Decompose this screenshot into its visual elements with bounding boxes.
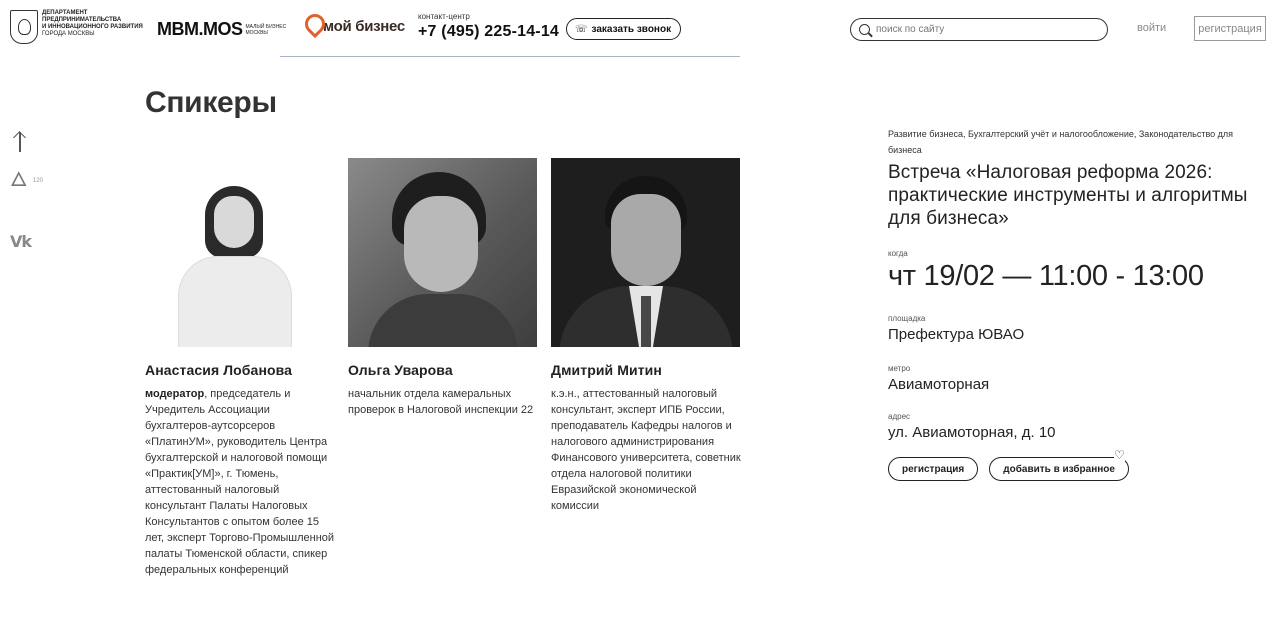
speaker-bio-text: , председатель и Учредитель Ассоциации б…	[145, 388, 335, 576]
search-input[interactable]	[876, 24, 1096, 35]
add-to-favorites-button[interactable]: добавить в избранное ♡	[989, 449, 1129, 481]
callback-button[interactable]: ☏ заказать звонок	[566, 18, 682, 40]
address-value: ул. Авиамоторная, д. 10	[888, 424, 1056, 441]
event-tags[interactable]: Развитие бизнеса, Бухгалтерский учёт и н…	[888, 126, 1268, 158]
fire-icon[interactable]: 🜂	[10, 170, 27, 190]
add-to-favorites-label: добавить в избранное	[1003, 463, 1115, 475]
moscow-crest-icon	[10, 10, 38, 44]
phone-icon: ☏	[575, 23, 588, 35]
popularity-count: 120	[33, 178, 44, 184]
event-actions: регистрация добавить в избранное ♡	[888, 449, 1268, 481]
speaker-card: Анастасия Лобанова модератор, председате…	[145, 158, 335, 578]
mbm-mos-logo[interactable]: MBM.MOS малый бизнес Москвы	[157, 19, 290, 40]
speaker-card: Дмитрий Митин к.э.н., аттестованный нало…	[551, 158, 741, 514]
callback-label: заказать звонок	[591, 23, 672, 35]
header-divider	[280, 56, 740, 57]
login-link[interactable]: войти	[1137, 22, 1166, 34]
event-datetime: чт 19/02 — 11:00 - 13:00	[888, 260, 1204, 292]
scroll-up-icon[interactable]	[12, 130, 28, 154]
mbm-logo-text: MBM.MOS	[157, 19, 243, 39]
vk-share-icon[interactable]: Vk	[10, 232, 32, 251]
department-logo-text: Департамент предпринимательства и иннова…	[42, 10, 144, 38]
page-title: Спикеры	[145, 86, 277, 119]
event-register-button[interactable]: регистрация	[888, 457, 979, 481]
dept-logo-line: и инновационного развития	[42, 24, 143, 30]
dept-logo-sub: города Москвы	[42, 31, 95, 37]
speaker-bio: к.э.н., аттестованный налоговый консульт…	[551, 388, 741, 512]
speaker-bio: начальник отдела камеральных проверок в …	[348, 388, 534, 416]
moy-biznes-text: мой бизнес	[323, 17, 405, 35]
speaker-card: Ольга Уварова начальник отдела камеральн…	[348, 158, 538, 418]
venue-label: площадка	[888, 314, 926, 323]
site-header: Департамент предпринимательства и иннова…	[0, 0, 1280, 60]
metro-label: метро	[888, 364, 911, 373]
address-label: адрес	[888, 412, 911, 421]
contact-center-label: контакт-центр	[418, 12, 470, 21]
speaker-photo	[145, 158, 334, 347]
register-link[interactable]: регистрация	[1194, 16, 1266, 41]
speaker-photo	[348, 158, 537, 347]
when-label: когда	[888, 249, 908, 258]
dept-logo-line: предпринимательства	[42, 17, 122, 23]
speaker-name: Анастасия Лобанова	[145, 362, 293, 378]
speaker-name: Дмитрий Митин	[551, 362, 662, 378]
event-info-panel: Развитие бизнеса, Бухгалтерский учёт и н…	[888, 126, 1268, 481]
speaker-name: Ольга Уварова	[348, 362, 453, 378]
speaker-bio: модератор, председатель и Учредитель Асс…	[145, 386, 335, 578]
search-icon	[859, 24, 870, 35]
event-title: Встреча «Налоговая реформа 2026: практич…	[888, 162, 1248, 229]
moy-biznes-logo[interactable]: мой бизнес	[304, 14, 405, 38]
speaker-photo	[551, 158, 740, 347]
department-logo[interactable]: Департамент предпринимательства и иннова…	[10, 10, 144, 44]
dept-logo-line: Департамент	[42, 10, 88, 16]
venue-value: Префектура ЮВАО	[888, 326, 1025, 343]
mbm-logo-tag: малый бизнес Москвы	[245, 23, 287, 36]
site-search[interactable]	[850, 18, 1108, 41]
contact-center: контакт-центр +7 (495) 225-14-14	[418, 12, 559, 41]
location-pin-icon	[304, 14, 320, 38]
metro-value: Авиамоторная	[888, 376, 990, 393]
speaker-role: модератор	[145, 388, 205, 400]
contact-phone[interactable]: +7 (495) 225-14-14	[418, 23, 559, 41]
heart-icon: ♡	[1113, 448, 1125, 462]
